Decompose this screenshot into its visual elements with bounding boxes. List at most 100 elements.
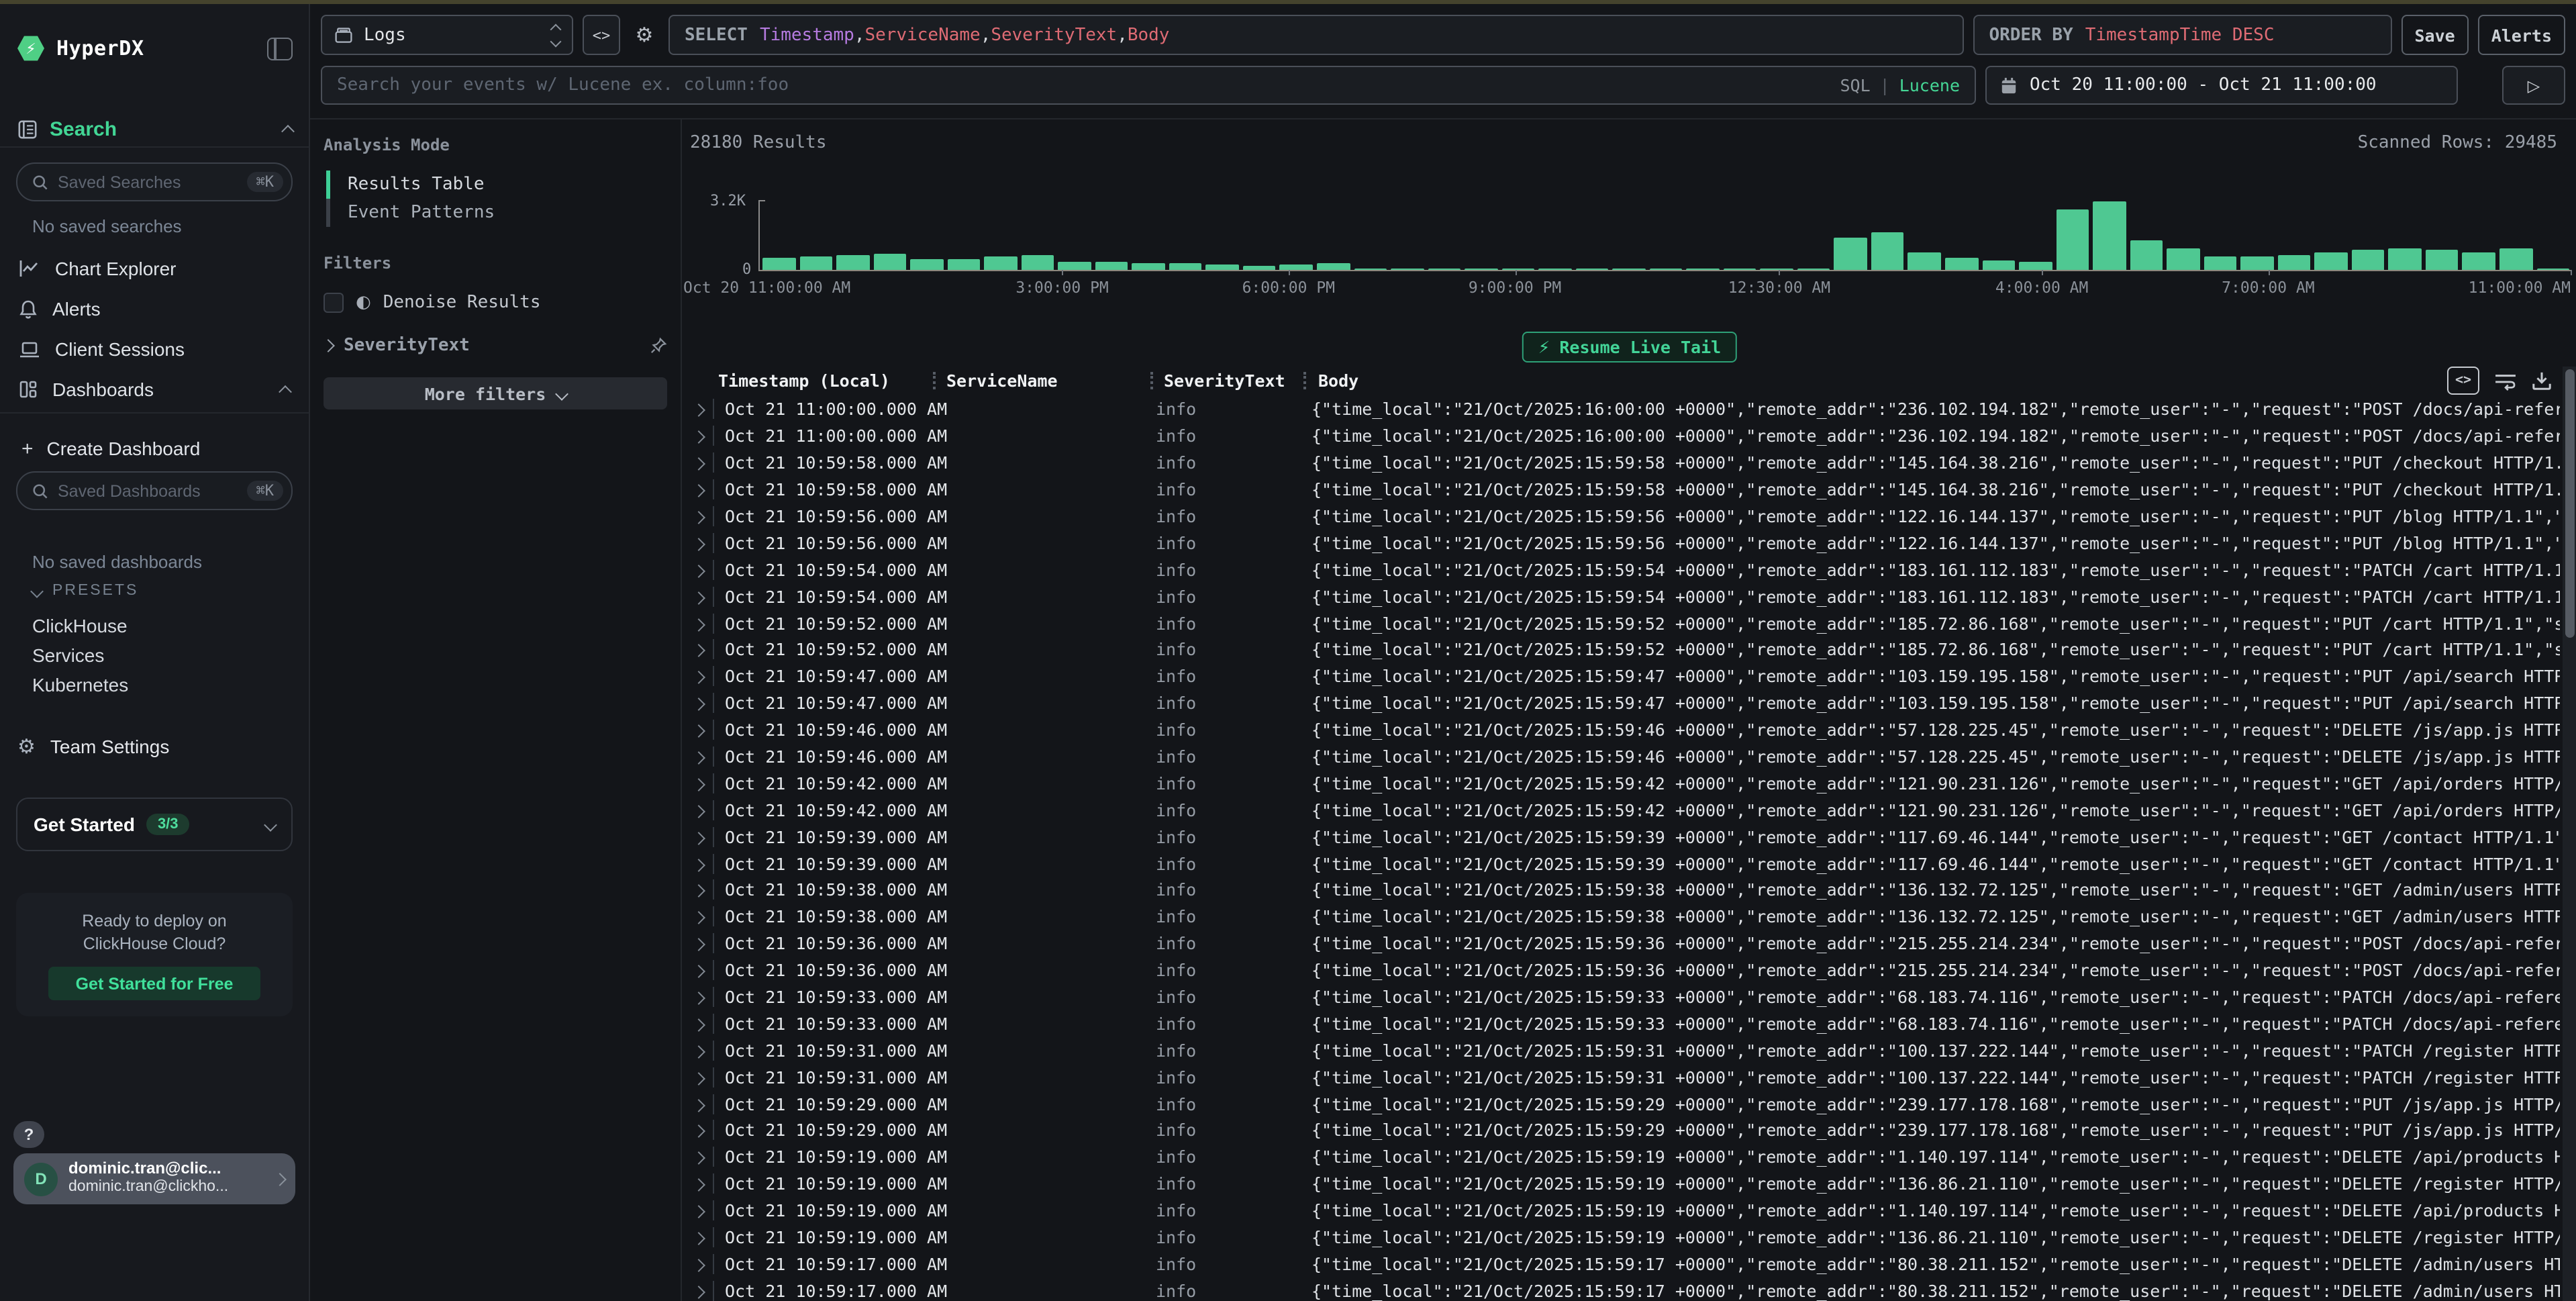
histogram-bar[interactable] <box>1169 262 1202 270</box>
team-settings-button[interactable]: ⚙ Team Settings <box>0 729 309 764</box>
histogram-bar[interactable] <box>2315 253 2348 270</box>
table-row[interactable]: Oct 21 10:59:33.000 AMinfo{"time_local":… <box>683 983 2560 1010</box>
histogram-bar[interactable] <box>910 258 943 270</box>
row-expand-chevron-icon[interactable] <box>683 1041 713 1061</box>
row-expand-chevron-icon[interactable] <box>683 613 713 633</box>
table-row[interactable]: Oct 21 10:59:52.000 AMinfo{"time_local":… <box>683 636 2560 663</box>
scrollbar-thumb[interactable] <box>2565 369 2574 638</box>
histogram-bar[interactable] <box>1280 264 1313 270</box>
histogram-bar[interactable] <box>2389 248 2422 271</box>
row-expand-chevron-icon[interactable] <box>683 560 713 580</box>
user-menu[interactable]: D dominic.tran@clic... dominic.tran@clic… <box>13 1153 295 1204</box>
source-select[interactable]: Logs <box>321 15 573 55</box>
row-expand-chevron-icon[interactable] <box>683 880 713 900</box>
preset-item-kubernetes[interactable]: Kubernetes <box>32 670 128 700</box>
row-expand-chevron-icon[interactable] <box>683 667 713 687</box>
table-row[interactable]: Oct 21 10:59:46.000 AMinfo{"time_local":… <box>683 716 2560 743</box>
get-started-free-button[interactable]: Get Started for Free <box>48 967 260 1000</box>
date-range-picker[interactable]: Oct 20 11:00:00 - Oct 21 11:00:00 <box>1985 66 2458 105</box>
wrap-lines-icon[interactable] <box>2494 371 2517 390</box>
table-row[interactable]: Oct 21 10:59:29.000 AMinfo{"time_local":… <box>683 1117 2560 1144</box>
saved-searches-input[interactable]: Saved Searches ⌘K <box>16 162 293 201</box>
table-row[interactable]: Oct 21 10:59:36.000 AMinfo{"time_local":… <box>683 930 2560 957</box>
table-row[interactable]: Oct 21 10:59:31.000 AMinfo{"time_local":… <box>683 1037 2560 1064</box>
row-expand-chevron-icon[interactable] <box>683 1174 713 1194</box>
table-row[interactable]: Oct 21 10:59:42.000 AMinfo{"time_local":… <box>683 797 2560 824</box>
row-expand-chevron-icon[interactable] <box>683 720 713 740</box>
mode-lucene[interactable]: Lucene <box>1899 75 1960 95</box>
table-row[interactable]: Oct 21 10:59:19.000 AMinfo{"time_local":… <box>683 1144 2560 1171</box>
sidebar-collapse-icon[interactable] <box>267 37 293 60</box>
table-row[interactable]: Oct 21 10:59:17.000 AMinfo{"time_local":… <box>683 1278 2560 1301</box>
histogram-bar[interactable] <box>1058 262 1091 270</box>
table-row[interactable]: Oct 21 10:59:42.000 AMinfo{"time_local":… <box>683 770 2560 797</box>
histogram-bar[interactable] <box>2093 201 2126 270</box>
alerts-button[interactable]: Alerts <box>2478 15 2565 55</box>
histogram-bar[interactable] <box>2019 261 2052 270</box>
preset-item-clickhouse[interactable]: ClickHouse <box>32 611 128 640</box>
event-search-input[interactable]: Search your events w/ Lucene ex. column:… <box>321 66 1976 105</box>
chevron-up-icon[interactable] <box>279 385 292 398</box>
histogram-bar[interactable] <box>2463 252 2495 270</box>
row-expand-chevron-icon[interactable] <box>683 934 713 954</box>
code-view-button[interactable]: <> <box>583 15 620 55</box>
row-expand-chevron-icon[interactable] <box>683 1067 713 1087</box>
histogram-bar[interactable] <box>1095 262 1128 270</box>
run-query-button[interactable]: ▷ <box>2502 66 2565 105</box>
histogram-bar[interactable] <box>2167 248 2199 271</box>
row-expand-chevron-icon[interactable] <box>683 1200 713 1220</box>
select-columns-input[interactable]: SELECT Timestamp,ServiceName,SeverityTex… <box>668 15 1963 55</box>
row-expand-chevron-icon[interactable] <box>683 533 713 553</box>
row-expand-chevron-icon[interactable] <box>683 1147 713 1167</box>
table-row[interactable]: Oct 21 10:59:31.000 AMinfo{"time_local":… <box>683 1064 2560 1091</box>
row-expand-chevron-icon[interactable] <box>683 907 713 927</box>
table-row[interactable]: Oct 21 10:59:38.000 AMinfo{"time_local":… <box>683 877 2560 904</box>
histogram-bar[interactable] <box>799 256 832 270</box>
histogram-bar[interactable] <box>1945 258 1978 270</box>
get-started-card[interactable]: Get Started 3/3 <box>16 798 293 851</box>
row-expand-chevron-icon[interactable] <box>683 506 713 526</box>
table-row[interactable]: Oct 21 10:59:38.000 AMinfo{"time_local":… <box>683 904 2560 930</box>
tab-results-table[interactable]: Results Table <box>326 171 667 199</box>
row-expand-chevron-icon[interactable] <box>683 1254 713 1274</box>
table-row[interactable]: Oct 21 10:59:52.000 AMinfo{"time_local":… <box>683 610 2560 636</box>
table-row[interactable]: Oct 21 10:59:54.000 AMinfo{"time_local":… <box>683 557 2560 583</box>
histogram-bar[interactable] <box>2426 250 2459 270</box>
histogram-bar[interactable] <box>2056 210 2089 270</box>
preset-item-services[interactable]: Services <box>32 640 104 670</box>
row-expand-chevron-icon[interactable] <box>683 987 713 1007</box>
histogram-bar[interactable] <box>2499 248 2532 270</box>
table-row[interactable]: Oct 21 10:59:29.000 AMinfo{"time_local":… <box>683 1090 2560 1117</box>
histogram-bar[interactable] <box>762 258 795 270</box>
row-expand-chevron-icon[interactable] <box>683 1281 713 1301</box>
table-row[interactable]: Oct 21 10:59:17.000 AMinfo{"time_local":… <box>683 1251 2560 1278</box>
row-expand-chevron-icon[interactable] <box>683 746 713 767</box>
sidebar-item-client-sessions[interactable]: Client Sessions <box>0 329 309 369</box>
table-row[interactable]: Oct 21 10:59:47.000 AMinfo{"time_local":… <box>683 663 2560 690</box>
saved-dashboards-input[interactable]: Saved Dashboards ⌘K <box>16 471 293 510</box>
table-row[interactable]: Oct 21 10:59:56.000 AMinfo{"time_local":… <box>683 503 2560 530</box>
table-row[interactable]: Oct 21 10:59:36.000 AMinfo{"time_local":… <box>683 957 2560 983</box>
row-expand-chevron-icon[interactable] <box>683 452 713 473</box>
row-expand-chevron-icon[interactable] <box>683 773 713 793</box>
raw-json-toggle-icon[interactable]: <> <box>2447 367 2479 395</box>
histogram-bar[interactable] <box>1021 255 1054 270</box>
resume-live-tail-button[interactable]: ⚡ Resume Live Tail <box>1522 332 1737 363</box>
table-row[interactable]: Oct 21 10:59:56.000 AMinfo{"time_local":… <box>683 530 2560 557</box>
column-header-body[interactable]: Body <box>1318 371 1358 391</box>
histogram-bar[interactable] <box>2278 255 2311 270</box>
histogram-bar[interactable] <box>1908 252 1941 270</box>
row-expand-chevron-icon[interactable] <box>683 1120 713 1141</box>
row-expand-chevron-icon[interactable] <box>683 800 713 820</box>
row-expand-chevron-icon[interactable] <box>683 693 713 713</box>
table-row[interactable]: Oct 21 10:59:39.000 AMinfo{"time_local":… <box>683 824 2560 851</box>
histogram-bar[interactable] <box>2130 240 2163 270</box>
table-row[interactable]: Oct 21 10:59:58.000 AMinfo{"time_local":… <box>683 476 2560 503</box>
column-resize-handle[interactable] <box>933 372 936 389</box>
sidebar-item-alerts[interactable]: Alerts <box>0 289 309 329</box>
column-resize-handle[interactable] <box>1303 372 1306 389</box>
create-dashboard-button[interactable]: + Create Dashboard <box>0 431 309 466</box>
histogram-bar[interactable] <box>947 259 980 270</box>
save-button[interactable]: Save <box>2401 15 2468 55</box>
row-expand-chevron-icon[interactable] <box>683 960 713 980</box>
